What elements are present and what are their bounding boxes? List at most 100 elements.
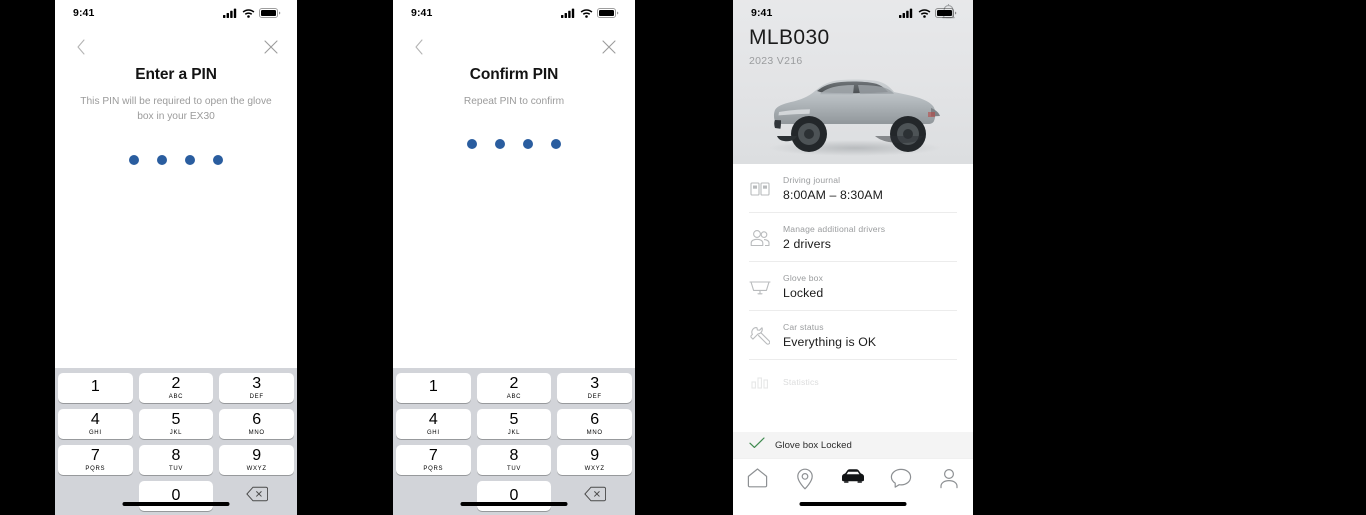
keypad-row: 1 2 ABC 3 DEF	[396, 373, 633, 403]
statistics-icon	[749, 371, 771, 393]
key-0[interactable]: 0	[476, 481, 552, 511]
screen-enter-pin: 9:41 Enter a PIN This PIN will be requir…	[55, 0, 297, 515]
home-indicator	[460, 502, 568, 506]
status-bar-time: 9:41	[73, 7, 95, 19]
key-5[interactable]: 5 JKL	[476, 409, 552, 439]
key-1[interactable]: 1	[396, 373, 471, 403]
key-letters: PQRS	[423, 466, 444, 472]
row-statistics[interactable]: Statistics	[749, 360, 957, 393]
backspace-key[interactable]	[557, 481, 632, 511]
close-button[interactable]	[599, 37, 619, 57]
profile-person-icon	[939, 468, 959, 494]
key-4[interactable]: 4 GHI	[396, 409, 471, 439]
key-6[interactable]: 6 MNO	[557, 409, 633, 439]
key-7[interactable]: 7 PQRS	[58, 445, 133, 475]
status-bar: 9:41	[393, 0, 635, 26]
home-icon	[747, 468, 768, 493]
key-number: 1	[428, 378, 438, 395]
key-4[interactable]: 4 GHI	[58, 409, 133, 439]
screen-car-dashboard: 9:41 MLB030 2023 V216 Driving journal 8:…	[733, 0, 973, 515]
close-button[interactable]	[261, 37, 281, 57]
back-button[interactable]	[409, 37, 429, 57]
wifi-icon	[242, 8, 255, 18]
key-1[interactable]: 1	[58, 373, 133, 403]
keypad-row: 7 PQRS 8 TUV 9 WXYZ	[396, 445, 633, 475]
car-info-list: Driving journal 8:00AM – 8:30AM Manage a…	[733, 164, 973, 393]
key-letters: WXYZ	[584, 466, 605, 472]
tab-profile[interactable]	[925, 468, 973, 494]
row-car-status[interactable]: Car status Everything is OK	[749, 311, 957, 360]
keypad-row: 4 GHI 5 JKL 6 MNO	[58, 409, 295, 439]
chevron-left-icon	[414, 39, 424, 55]
tab-home[interactable]	[733, 468, 781, 493]
home-indicator	[122, 502, 230, 506]
chevron-left-icon	[76, 39, 86, 55]
page-title: Enter a PIN	[135, 66, 217, 83]
pin-dot	[523, 139, 533, 150]
row-text: Driving journal 8:00AM – 8:30AM	[783, 175, 883, 202]
key-8[interactable]: 8 TUV	[138, 445, 214, 475]
page-subtitle: Repeat PIN to confirm	[463, 96, 565, 107]
row-text: Statistics	[783, 377, 819, 387]
tab-location[interactable]	[781, 468, 829, 495]
numeric-keypad: 1 2 ABC 3 DEF 4 GHI 5 JKL 6 MNO 7 PQRS 8 TUV 9 W…	[393, 368, 635, 515]
key-0[interactable]: 0	[138, 481, 214, 511]
backspace-delete-icon	[245, 486, 268, 507]
row-value: Everything is OK	[783, 335, 877, 349]
row-value: Locked	[783, 286, 824, 300]
page-title: Confirm PIN	[469, 66, 559, 83]
screenshot-stage: 9:41 Enter a PIN This PIN will be requir…	[0, 0, 1366, 515]
battery-icon	[597, 8, 619, 18]
status-bar-time: 9:41	[751, 7, 773, 19]
row-label: Car status	[783, 322, 824, 332]
key-letters: ABC	[168, 394, 184, 400]
key-8[interactable]: 8 TUV	[476, 445, 552, 475]
numeric-keypad: 1 2 ABC 3 DEF 4 GHI 5 JKL 6 MNO 7 PQRS 8 TUV 9 W…	[55, 368, 297, 515]
key-9[interactable]: 9 WXYZ	[219, 445, 295, 475]
key-2[interactable]: 2 ABC	[476, 373, 552, 403]
pin-dot	[467, 139, 477, 150]
row-value: 8:00AM – 8:30AM	[783, 188, 883, 202]
key-number: 4	[90, 411, 100, 428]
home-indicator	[799, 502, 907, 506]
key-letters: ABC	[506, 394, 522, 400]
key-number: 4	[428, 411, 438, 428]
row-driving-journal[interactable]: Driving journal 8:00AM – 8:30AM	[749, 164, 957, 213]
key-number: 7	[428, 447, 438, 464]
keypad-row: 1 2 ABC 3 DEF	[58, 373, 295, 403]
row-glove-box[interactable]: Glove box Locked	[749, 262, 957, 311]
row-text: Car status Everything is OK	[783, 322, 876, 349]
pin-dots-display	[393, 139, 635, 150]
key-3[interactable]: 3 DEF	[557, 373, 633, 403]
pin-dot	[157, 154, 167, 165]
car-name: MLB030	[749, 26, 830, 49]
bottom-tab-bar	[733, 458, 973, 515]
toast-text: Glove box Locked	[775, 439, 852, 451]
chat-bubble-icon	[890, 468, 912, 493]
tab-car[interactable]	[829, 468, 877, 489]
key-number: 3	[590, 375, 600, 392]
key-7[interactable]: 7 PQRS	[396, 445, 471, 475]
back-button[interactable]	[71, 37, 91, 57]
key-letters: JKL	[169, 430, 183, 436]
backspace-delete-icon	[583, 486, 606, 507]
key-9[interactable]: 9 WXYZ	[557, 445, 633, 475]
backspace-key[interactable]	[219, 481, 294, 511]
tab-chat[interactable]	[877, 468, 925, 493]
row-label: Glove box	[783, 273, 824, 283]
key-2[interactable]: 2 ABC	[138, 373, 214, 403]
car-icon	[840, 468, 866, 489]
keypad-row: 4 GHI 5 JKL 6 MNO	[396, 409, 633, 439]
key-number: 6	[252, 411, 262, 428]
key-6[interactable]: 6 MNO	[219, 409, 295, 439]
key-spacer	[58, 481, 133, 511]
row-manage-drivers[interactable]: Manage additional drivers 2 drivers	[749, 213, 957, 262]
key-letters: WXYZ	[246, 466, 267, 472]
status-bar-icons	[899, 8, 957, 18]
wifi-icon	[918, 8, 931, 18]
driving-journal-book-icon	[749, 178, 771, 200]
car-hero-section: 9:41 MLB030 2023 V216	[733, 0, 973, 164]
key-3[interactable]: 3 DEF	[219, 373, 295, 403]
battery-icon	[259, 8, 281, 18]
key-5[interactable]: 5 JKL	[138, 409, 214, 439]
